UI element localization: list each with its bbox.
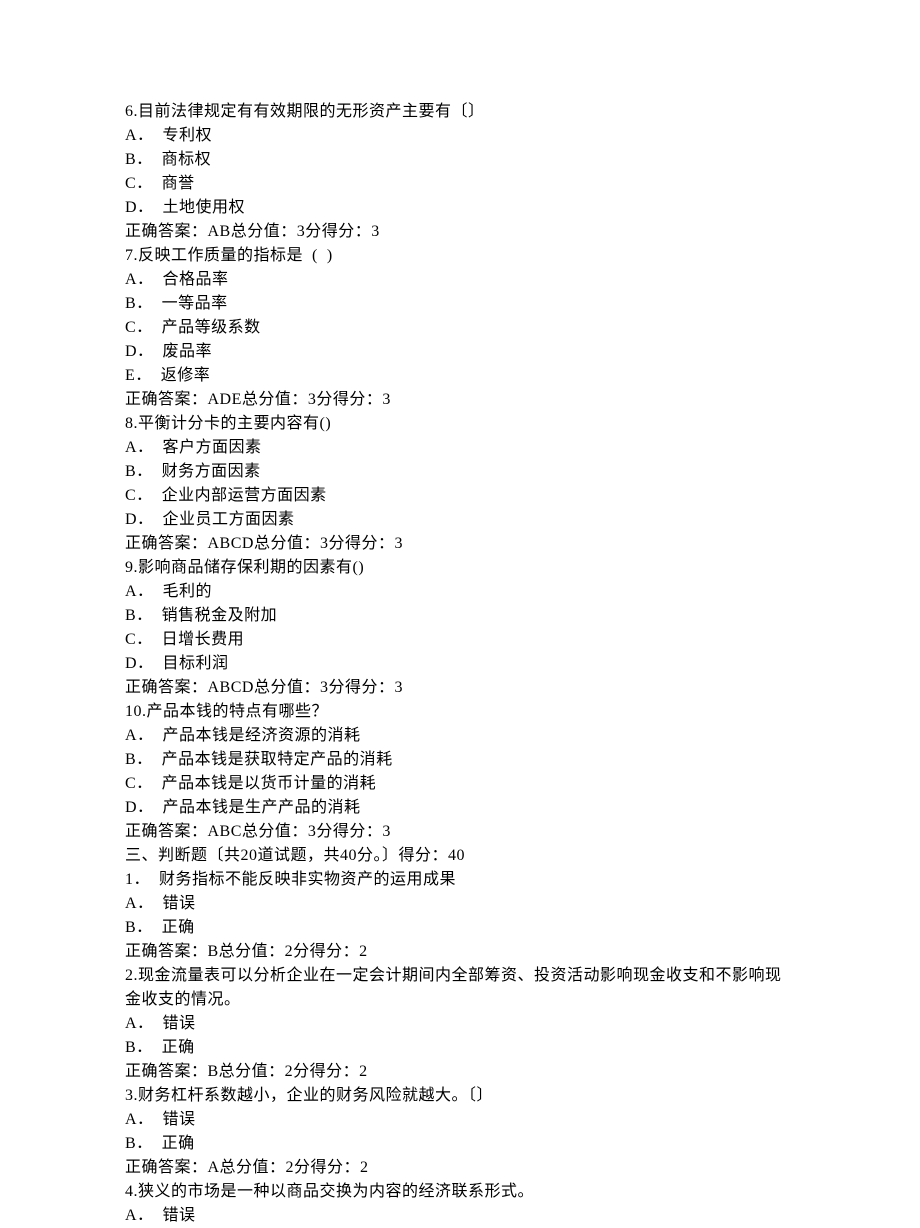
text-line: 正确答案：B总分值：2分得分：2	[125, 1060, 795, 1084]
text-line: 2.现金流量表可以分析企业在一定会计期间内全部筹资、投资活动影响现金收支和不影响…	[125, 964, 795, 1012]
text-line: A． 错误	[125, 1108, 795, 1132]
text-line: B． 正确	[125, 1132, 795, 1156]
text-line: 正确答案：ABC总分值：3分得分：3	[125, 820, 795, 844]
text-line: 8.平衡计分卡的主要内容有()	[125, 412, 795, 436]
text-line: 10.产品本钱的特点有哪些？	[125, 700, 795, 724]
text-line: 正确答案：AB总分值：3分得分：3	[125, 220, 795, 244]
text-line: 正确答案：ABCD总分值：3分得分：3	[125, 676, 795, 700]
text-line: B． 产品本钱是获取特定产品的消耗	[125, 748, 795, 772]
text-line: D． 产品本钱是生产产品的消耗	[125, 796, 795, 820]
text-line: A． 毛利的	[125, 580, 795, 604]
text-line: 9.影响商品储存保利期的因素有()	[125, 556, 795, 580]
text-line: 4.狭义的市场是一种以商品交换为内容的经济联系形式。	[125, 1180, 795, 1204]
text-line: C． 商誉	[125, 172, 795, 196]
text-line: B． 正确	[125, 1036, 795, 1060]
text-line: A． 专利权	[125, 124, 795, 148]
text-line: B． 财务方面因素	[125, 460, 795, 484]
text-line: 正确答案：ABCD总分值：3分得分：3	[125, 532, 795, 556]
text-line: 7.反映工作质量的指标是 ( )	[125, 244, 795, 268]
text-line: B． 商标权	[125, 148, 795, 172]
text-line: C． 企业内部运营方面因素	[125, 484, 795, 508]
text-line: D． 企业员工方面因素	[125, 508, 795, 532]
text-line: A． 客户方面因素	[125, 436, 795, 460]
text-line: A． 错误	[125, 1012, 795, 1036]
text-line: B． 一等品率	[125, 292, 795, 316]
text-line: E． 返修率	[125, 364, 795, 388]
text-line: D． 废品率	[125, 340, 795, 364]
text-line: 正确答案：B总分值：2分得分：2	[125, 940, 795, 964]
text-line: B． 销售税金及附加	[125, 604, 795, 628]
text-line: A． 产品本钱是经济资源的消耗	[125, 724, 795, 748]
text-line: 正确答案：A总分值：2分得分：2	[125, 1156, 795, 1180]
text-line: 6.目前法律规定有有效期限的无形资产主要有〔〕	[125, 100, 795, 124]
text-line: A． 合格品率	[125, 268, 795, 292]
text-line: C． 产品本钱是以货币计量的消耗	[125, 772, 795, 796]
document-content: 6.目前法律规定有有效期限的无形资产主要有〔〕 A． 专利权 B． 商标权 C．…	[125, 100, 795, 1228]
text-line: C． 产品等级系数	[125, 316, 795, 340]
text-line: 三、判断题〔共20道试题，共40分。〕得分：40	[125, 844, 795, 868]
text-line: A． 错误	[125, 892, 795, 916]
text-line: D． 目标利润	[125, 652, 795, 676]
text-line: B． 正确	[125, 916, 795, 940]
text-line: 正确答案：ADE总分值：3分得分：3	[125, 388, 795, 412]
text-line: A． 错误	[125, 1204, 795, 1228]
text-line: 1． 财务指标不能反映非实物资产的运用成果	[125, 868, 795, 892]
text-line: C． 日增长费用	[125, 628, 795, 652]
text-line: 3.财务杠杆系数越小，企业的财务风险就越大。〔〕	[125, 1084, 795, 1108]
text-line: D． 土地使用权	[125, 196, 795, 220]
